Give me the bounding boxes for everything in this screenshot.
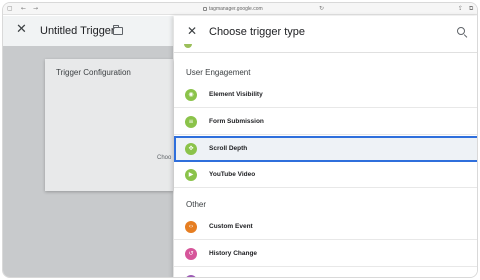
trigger-item-label: History Change — [209, 250, 258, 257]
trigger-configuration-card[interactable]: Trigger Configuration Choo — [45, 59, 173, 191]
address-bar[interactable]: tagmanager.google.com — [203, 6, 323, 13]
play-icon: ▶ — [185, 169, 197, 181]
screenshot-frame: ▢ ← → tagmanager.google.com ↻ ⇪ ⧉ ✕ Unti… — [2, 2, 478, 278]
lock-icon — [203, 6, 207, 11]
trigger-item-element-visibility[interactable]: ◉ Element Visibility — [174, 82, 477, 108]
reload-icon[interactable]: ↻ — [319, 5, 324, 13]
history-icon: ↺ — [185, 248, 197, 260]
url-text: tagmanager.google.com — [209, 6, 263, 12]
trigger-item-label: Custom Event — [209, 223, 253, 230]
divider — [174, 187, 477, 188]
divider — [174, 134, 477, 135]
partially-hidden-item-icon — [185, 275, 197, 277]
card-hint-text: Choo — [157, 155, 172, 161]
close-panel-icon[interactable]: ✕ — [187, 24, 197, 38]
trigger-editor-background: ✕ Untitled Trigger Trigger Configuration… — [3, 16, 173, 277]
search-icon[interactable] — [457, 27, 465, 35]
divider — [174, 266, 477, 267]
tabs-overview-icon[interactable]: ⧉ — [469, 5, 473, 13]
divider — [174, 52, 477, 53]
share-icon[interactable]: ⇪ — [458, 5, 463, 13]
form-icon: ≡ — [185, 116, 197, 128]
trigger-item-label: Element Visibility — [209, 91, 263, 98]
section-title-user-engagement: User Engagement — [186, 68, 251, 77]
folder-icon[interactable] — [112, 25, 123, 35]
trigger-item-custom-event[interactable]: ‹› Custom Event — [174, 214, 477, 240]
section-title-other: Other — [186, 200, 207, 209]
trigger-item-form-submission[interactable]: ≡ Form Submission — [174, 109, 477, 135]
sidebar-toggle-icon[interactable]: ▢ — [7, 5, 13, 13]
browser-toolbar: ▢ ← → tagmanager.google.com ↻ ⇪ ⧉ — [3, 3, 477, 15]
code-icon: ‹› — [185, 221, 197, 233]
close-editor-icon[interactable]: ✕ — [16, 22, 27, 38]
trigger-item-history-change[interactable]: ↺ History Change — [174, 241, 477, 267]
panel-header: ✕ Choose trigger type — [174, 16, 477, 48]
trigger-item-label: Form Submission — [209, 118, 264, 125]
trigger-name-title[interactable]: Untitled Trigger — [40, 24, 115, 38]
trigger-item-cut-off[interactable] — [174, 268, 477, 277]
panel-title: Choose trigger type — [209, 26, 305, 38]
trigger-item-label: YouTube Video — [209, 171, 256, 178]
divider — [174, 239, 477, 240]
forward-icon[interactable]: → — [33, 5, 38, 13]
card-title: Trigger Configuration — [56, 68, 131, 77]
eye-icon: ◉ — [185, 89, 197, 101]
back-icon[interactable]: ← — [21, 5, 26, 13]
trigger-item-youtube-video[interactable]: ▶ YouTube Video — [174, 162, 477, 188]
divider — [174, 107, 477, 108]
trigger-editor-header: ✕ Untitled Trigger — [3, 16, 173, 46]
selected-item-highlight — [174, 136, 477, 162]
